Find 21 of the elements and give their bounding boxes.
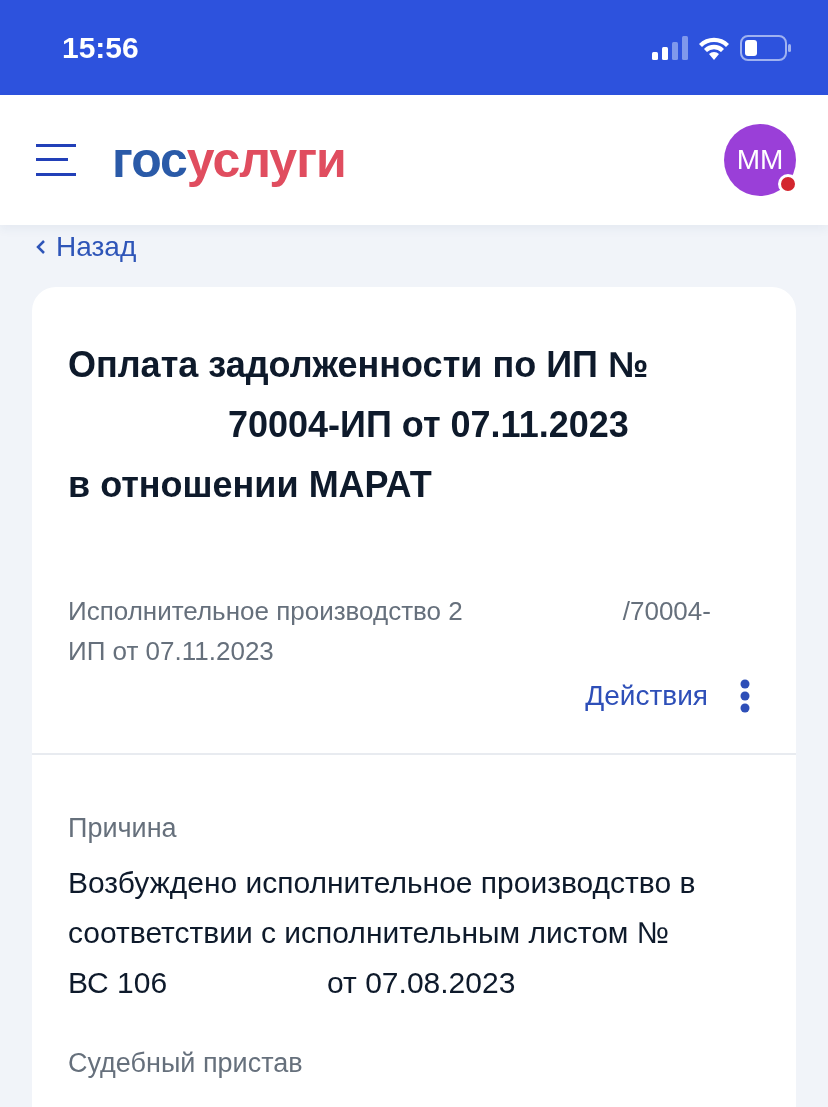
- more-icon[interactable]: [740, 679, 750, 713]
- section-text-line: ВС 106 от 07.08.2023: [68, 965, 517, 1001]
- signal-icon: [652, 35, 688, 60]
- section-text-line: Возбуждено исполнительное производство в: [68, 865, 697, 901]
- chevron-left-icon: [36, 239, 46, 255]
- avatar[interactable]: ММ: [724, 124, 796, 196]
- section-label: Судебный пристав: [68, 1048, 304, 1079]
- subtitle-line: ИП от 07.11.2023: [68, 635, 275, 668]
- logo[interactable]: госуслуги: [112, 131, 346, 189]
- subtitle-line: Исполнительное производство 2 /70004-: [68, 595, 712, 628]
- menu-icon[interactable]: [36, 144, 76, 176]
- status-time: 15:56: [62, 30, 139, 65]
- battery-icon: [740, 34, 792, 61]
- section-label: Причина: [68, 813, 178, 844]
- title-line: в отношении МАРАТ: [68, 463, 433, 507]
- back-link[interactable]: Назад: [36, 227, 137, 267]
- section-text-line: соответствии с исполнительным листом №: [68, 915, 670, 951]
- title-line: 70004-ИП от 07.11.2023: [227, 403, 630, 447]
- wifi-icon: [698, 35, 730, 60]
- actions-link[interactable]: Действия: [585, 680, 708, 712]
- title-line: Оплата задолженности по ИП №: [68, 343, 650, 387]
